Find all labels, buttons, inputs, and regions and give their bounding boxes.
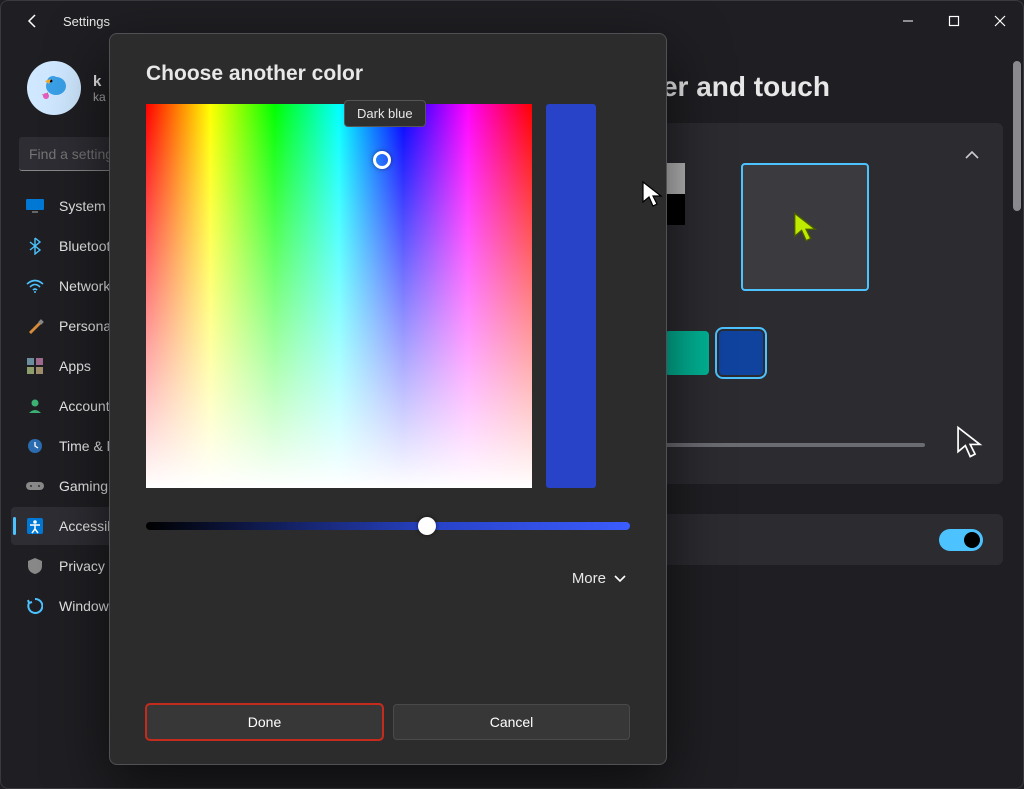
color-field-cursor[interactable] <box>373 151 391 169</box>
bluetooth-icon <box>25 236 45 256</box>
user-name: k <box>93 73 106 90</box>
account-icon <box>25 396 45 416</box>
avatar <box>27 61 81 115</box>
touch-toggle[interactable] <box>939 529 983 551</box>
app-title: Settings <box>63 14 110 29</box>
minimize-button[interactable] <box>885 1 931 41</box>
pointer-style-custom[interactable] <box>741 163 869 291</box>
cursor-large-icon <box>955 425 983 464</box>
swatch-darkblue[interactable] <box>719 331 763 375</box>
shield-icon <box>25 556 45 576</box>
pointer-size-slider[interactable] <box>631 443 925 447</box>
done-button[interactable]: Done <box>146 704 383 740</box>
cancel-button[interactable]: Cancel <box>393 704 630 740</box>
monitor-icon <box>25 196 45 216</box>
chevron-up-icon[interactable] <box>965 147 979 165</box>
color-preview <box>546 104 596 488</box>
value-slider[interactable] <box>146 522 630 530</box>
user-email: ka <box>93 90 106 104</box>
dialog-title: Choose another color <box>146 62 630 86</box>
scrollbar[interactable] <box>1013 61 1021 784</box>
scrollbar-thumb[interactable] <box>1013 61 1021 211</box>
value-slider-thumb[interactable] <box>418 517 436 535</box>
color-picker-dialog: Choose another color Dark blue More Done… <box>109 33 667 765</box>
more-toggle[interactable]: More <box>146 570 630 587</box>
apps-icon <box>25 356 45 376</box>
clock-icon <box>25 436 45 456</box>
accessibility-icon <box>25 516 45 536</box>
back-button[interactable] <box>21 9 45 33</box>
window-controls <box>885 1 1023 41</box>
maximize-button[interactable] <box>931 1 977 41</box>
update-icon <box>25 596 45 616</box>
close-button[interactable] <box>977 1 1023 41</box>
brush-icon <box>25 316 45 336</box>
swatch-green[interactable] <box>665 331 709 375</box>
wifi-icon <box>25 276 45 296</box>
chevron-down-icon <box>614 575 626 583</box>
gamepad-icon <box>25 476 45 496</box>
color-field[interactable]: Dark blue <box>146 104 532 488</box>
color-tooltip: Dark blue <box>344 100 426 127</box>
